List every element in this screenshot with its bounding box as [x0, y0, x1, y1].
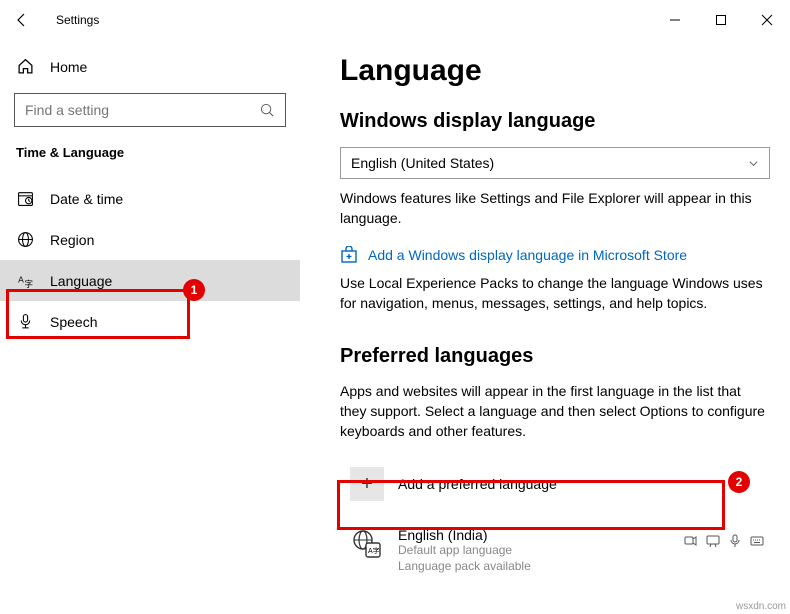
globe-icon: [16, 231, 34, 248]
add-language-button[interactable]: + Add a preferred language: [340, 459, 770, 509]
nav-label: Region: [50, 232, 94, 248]
app-title: Settings: [56, 13, 99, 27]
sidebar-item-region[interactable]: Region: [0, 219, 300, 260]
speech-feature-icon: [706, 534, 720, 548]
search-box[interactable]: [14, 93, 286, 127]
calendar-clock-icon: [16, 190, 34, 207]
plus-icon: +: [350, 467, 384, 501]
language-feature-icons: [684, 534, 764, 548]
language-globe-icon: A字: [350, 527, 384, 561]
store-link-label: Add a Windows display language in Micros…: [368, 247, 687, 263]
add-language-label: Add a preferred language: [398, 476, 557, 492]
svg-text:字: 字: [24, 279, 33, 289]
search-input[interactable]: [25, 102, 260, 118]
home-icon: [16, 58, 34, 75]
svg-text:A: A: [18, 275, 24, 285]
language-sub2: Language pack available: [398, 559, 531, 575]
preferred-desc: Apps and websites will appear in the fir…: [340, 382, 770, 441]
language-item[interactable]: A字 English (India) Default app language …: [340, 523, 770, 578]
annotation-badge-2: 2: [728, 471, 750, 493]
close-button[interactable]: [744, 5, 790, 35]
display-language-dropdown[interactable]: English (United States): [340, 147, 770, 179]
category-header: Time & Language: [0, 145, 300, 178]
preferred-heading: Preferred languages: [340, 345, 770, 368]
nav-label: Date & time: [50, 191, 123, 207]
language-name: English (India): [398, 527, 531, 543]
back-icon[interactable]: [14, 12, 30, 28]
store-link[interactable]: Add a Windows display language in Micros…: [340, 246, 770, 264]
annotation-box-1: [6, 289, 190, 339]
search-icon: [260, 103, 275, 118]
language-icon: A字: [16, 272, 34, 289]
page-title: Language: [340, 54, 770, 88]
display-language-desc: Windows features like Settings and File …: [340, 189, 770, 228]
sidebar-home[interactable]: Home: [0, 48, 300, 85]
attribution: wsxdn.com: [736, 601, 786, 612]
sidebar-item-date-time[interactable]: Date & time: [0, 178, 300, 219]
chevron-down-icon: [748, 158, 759, 169]
lep-desc: Use Local Experience Packs to change the…: [340, 274, 770, 313]
svg-text:A字: A字: [368, 546, 380, 555]
store-icon: [340, 246, 358, 264]
keyboard-icon: [750, 534, 764, 548]
handwriting-icon: [728, 534, 742, 548]
annotation-badge-1: 1: [183, 279, 205, 301]
maximize-button[interactable]: [698, 5, 744, 35]
tts-icon: [684, 534, 698, 548]
sidebar-home-label: Home: [50, 59, 87, 75]
language-sub1: Default app language: [398, 543, 531, 559]
minimize-button[interactable]: [652, 5, 698, 35]
dropdown-value: English (United States): [351, 155, 494, 171]
nav-label: Language: [50, 273, 112, 289]
display-language-heading: Windows display language: [340, 110, 770, 133]
